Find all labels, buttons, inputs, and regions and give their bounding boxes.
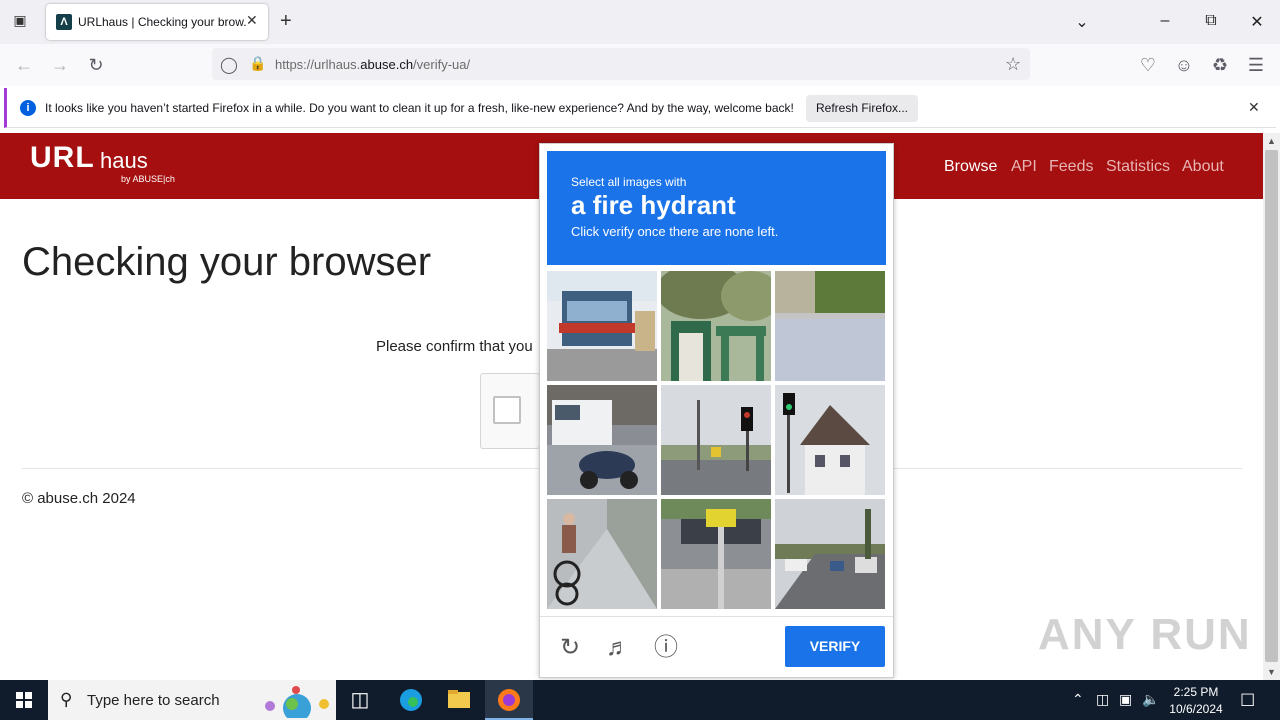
scroll-down-icon[interactable]: ▼ [1263, 664, 1280, 680]
new-tab-icon[interactable]: + [280, 10, 292, 33]
restore-icon[interactable]: ⧉ [1201, 12, 1221, 30]
extensions-icon[interactable]: ♻ [1207, 52, 1233, 78]
shield-icon[interactable]: ◯ [220, 55, 238, 75]
challenge-hint: Click verify once there are none left. [571, 224, 779, 239]
challenge-tile-1[interactable] [547, 271, 657, 381]
nav-about[interactable]: About [1182, 158, 1224, 176]
urlhaus-favicon-icon: Λ [56, 14, 72, 30]
tab-list-icon[interactable]: ▣ [10, 12, 30, 32]
logo-by-abuse: by ABUSE|ch [121, 174, 175, 184]
notification-close-icon[interactable]: ✕ [1248, 99, 1260, 116]
back-icon[interactable]: ← [11, 52, 37, 78]
challenge-tile-5[interactable] [661, 385, 771, 495]
clock-time: 2:25 PM [1173, 685, 1219, 699]
confirm-text: Please confirm that you [376, 338, 533, 355]
page-title: Checking your browser [22, 240, 432, 284]
audio-challenge-icon[interactable]: ♬ [604, 634, 632, 662]
search-highlight-icon[interactable] [262, 684, 332, 720]
tab-title: URLhaus | Checking your brow... [78, 15, 246, 29]
network-icon[interactable]: ▣ [1119, 691, 1132, 708]
browser-tab[interactable]: Λ URLhaus | Checking your brow... ✕ [46, 4, 268, 40]
system-clock[interactable]: 2:25 PM 10/6/2024 [1166, 684, 1226, 718]
url-text[interactable]: https://urlhaus.abuse.ch/verify-ua/ [275, 57, 470, 72]
scroll-up-icon[interactable]: ▲ [1263, 133, 1280, 149]
nav-api[interactable]: API [1011, 158, 1037, 176]
tray-device-icon[interactable]: ◫ [1096, 691, 1109, 708]
challenge-tile-8[interactable] [661, 499, 771, 609]
challenge-tile-7[interactable] [547, 499, 657, 609]
tray-chevron-icon[interactable]: ⌃ [1072, 691, 1084, 708]
firefox-taskbar-icon[interactable] [485, 680, 533, 720]
scroll-thumb[interactable] [1265, 150, 1278, 662]
challenge-tile-9[interactable] [775, 499, 885, 609]
url-domain: abuse.ch [360, 57, 414, 72]
taskbar-search-placeholder: Type here to search [87, 692, 220, 709]
challenge-target: a fire hydrant [571, 190, 736, 220]
lock-icon[interactable]: 🔒 [249, 55, 266, 72]
tab-dropdown-icon[interactable]: ⌄ [1072, 12, 1092, 32]
forward-icon[interactable]: → [47, 52, 73, 78]
challenge-info-icon[interactable]: ⓘ [652, 634, 680, 662]
minimize-icon[interactable]: – [1155, 12, 1175, 30]
challenge-select-label: Select all images with [571, 175, 687, 189]
bookmark-star-icon[interactable]: ☆ [1005, 54, 1021, 75]
refresh-firefox-button[interactable]: Refresh Firefox... [806, 95, 918, 122]
pocket-icon[interactable]: ♡ [1135, 52, 1161, 78]
nav-feeds[interactable]: Feeds [1049, 158, 1093, 176]
windows-logo-icon [16, 692, 32, 708]
tab-close-icon[interactable]: ✕ [246, 12, 258, 29]
verify-button[interactable]: VERIFY [785, 626, 885, 667]
edge-icon[interactable] [387, 680, 435, 720]
challenge-tile-4[interactable] [547, 385, 657, 495]
notifications-icon[interactable]: ☐ [1240, 691, 1255, 711]
challenge-tile-3[interactable] [775, 271, 885, 381]
start-button[interactable] [0, 680, 48, 720]
logo-haus-text[interactable]: haus [100, 148, 148, 174]
refresh-challenge-icon[interactable]: ↻ [556, 634, 584, 662]
window-close-icon[interactable]: ✕ [1247, 12, 1267, 32]
task-view-icon[interactable]: ◫ [336, 680, 384, 720]
challenge-separator [540, 616, 893, 617]
search-icon: ⚲ [60, 690, 73, 709]
footer-copyright: © abuse.ch 2024 [22, 490, 136, 507]
info-icon: i [20, 100, 36, 116]
menu-icon[interactable]: ☰ [1243, 52, 1269, 78]
url-path: /verify-ua/ [413, 57, 471, 72]
anyrun-watermark: ANY RUN [1038, 610, 1252, 659]
volume-icon[interactable]: 🔈 [1142, 691, 1159, 708]
notification-message: It looks like you haven’t started Firefo… [45, 101, 794, 115]
account-icon[interactable]: ☺ [1171, 52, 1197, 78]
challenge-tile-6[interactable] [775, 385, 885, 495]
url-prefix: https://urlhaus. [275, 57, 361, 72]
nav-statistics[interactable]: Statistics [1106, 158, 1170, 176]
nav-browse[interactable]: Browse [944, 158, 997, 176]
challenge-tile-2[interactable] [661, 271, 771, 381]
clock-date: 10/6/2024 [1169, 702, 1223, 716]
captcha-checkbox[interactable] [493, 396, 521, 424]
reload-icon[interactable]: ↻ [83, 52, 109, 78]
file-explorer-icon[interactable] [435, 680, 483, 720]
logo-url-text[interactable]: URL [30, 141, 95, 175]
